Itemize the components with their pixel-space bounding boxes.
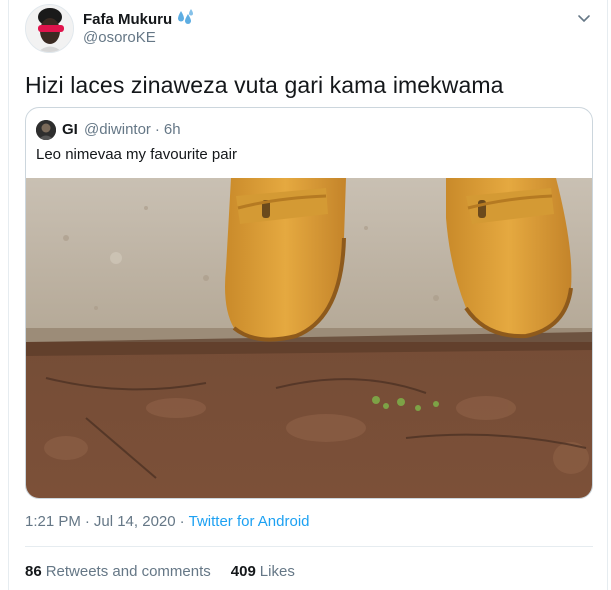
quoted-photo[interactable]	[26, 178, 592, 498]
divider	[25, 546, 593, 547]
quoted-separator: ·	[154, 121, 160, 138]
quoted-avatar[interactable]	[36, 120, 56, 140]
likes-stat[interactable]: 409 Likes	[231, 563, 295, 580]
quoted-meta: @diwintor · 6h	[84, 121, 181, 138]
chevron-down-icon[interactable]	[575, 10, 593, 28]
meta-separator-2: ·	[179, 513, 185, 530]
author-name-text[interactable]: Fafa Mukuru	[83, 11, 172, 28]
author-avatar[interactable]	[25, 4, 74, 53]
quoted-author-name[interactable]: GI	[62, 121, 78, 138]
likes-count: 409	[230, 563, 256, 580]
tweet-time[interactable]: 1:21 PM	[25, 513, 81, 530]
likes-label: Likes	[259, 563, 295, 580]
tweet-text: Hizi laces zinaweza vuta gari kama imekw…	[25, 72, 504, 98]
quoted-author-handle[interactable]: @diwintor	[84, 121, 151, 138]
author-name[interactable]: Fafa Mukuru	[83, 9, 195, 29]
tweet-timestamp: 1:21 PM · Jul 14, 2020 · Twitter for And…	[25, 513, 310, 530]
client-link[interactable]: Twitter for Android	[189, 513, 310, 530]
tweet-stats: 86 Retweets and comments 409 Likes	[25, 563, 295, 580]
retweets-count: 86	[25, 563, 42, 580]
author-handle[interactable]: @osoroKE	[83, 29, 156, 46]
water-drops-icon	[175, 9, 195, 29]
tweet-card: Fafa Mukuru @osoroKE Hizi laces zinaweza…	[8, 0, 608, 590]
tweet-date[interactable]: Jul 14, 2020	[94, 513, 176, 530]
retweets-label: Retweets and comments	[45, 563, 211, 580]
meta-separator: ·	[84, 513, 90, 530]
quoted-tweet[interactable]: GI @diwintor · 6h Leo nimevaa my favouri…	[25, 107, 593, 499]
quoted-text: Leo nimevaa my favourite pair	[36, 146, 237, 163]
retweets-stat[interactable]: 86 Retweets and comments	[25, 563, 211, 580]
quoted-time[interactable]: 6h	[164, 121, 181, 138]
